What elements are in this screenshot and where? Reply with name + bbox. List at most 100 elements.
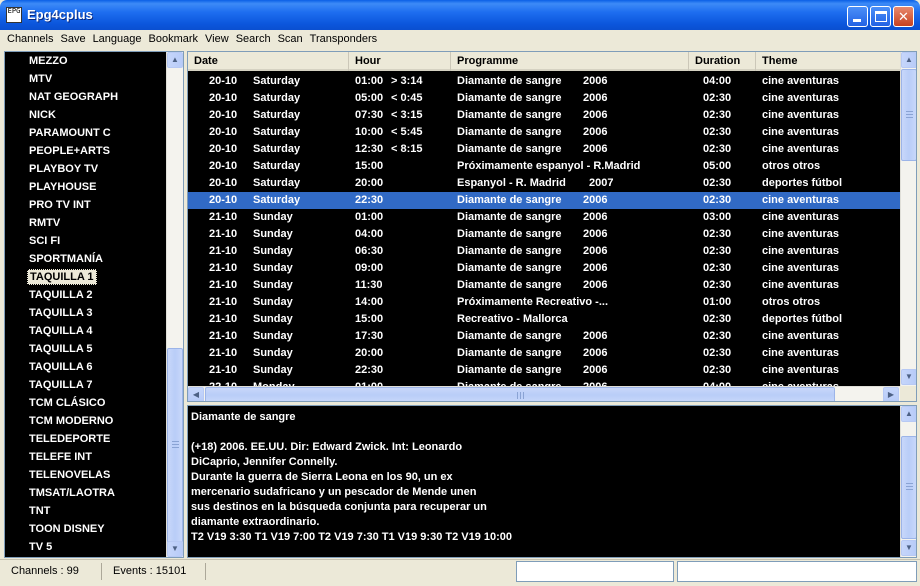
menu-transponders[interactable]: Transponders [307,30,380,49]
cell-relative-time: > 3:14 [391,75,423,87]
column-header-date[interactable]: Date [188,52,349,71]
channel-list-scrollbar[interactable]: ▲ ▼ [166,52,183,557]
scroll-up-button[interactable]: ▲ [167,52,183,68]
title-bar[interactable]: EPG Epg4cplus ✕ [0,0,920,30]
channel-item[interactable]: TAQUILLA 4 [5,322,166,340]
channel-item[interactable]: PLAYBOY TV [5,160,166,178]
table-row[interactable]: 21-10 Sunday 20:00 Diamante de sangre 2006 02… [188,345,900,362]
channel-item[interactable]: TAQUILLA 2 [5,286,166,304]
channel-item[interactable]: TAQUILLA 5 [5,340,166,358]
status-bar: Channels : 99 Events : 15101 [0,559,920,586]
table-row[interactable]: 21-10 Sunday 15:00 Recreativo - Mallorca 02:… [188,311,900,328]
cell-theme: otros otros [762,296,821,308]
channel-item[interactable]: TV 5 [5,538,166,556]
scroll-thumb[interactable] [205,387,835,401]
cell-theme: cine aventuras [762,92,840,104]
table-row[interactable]: 21-10 Sunday 06:30 Diamante de sangre 2006 02… [188,243,900,260]
table-row[interactable]: 20-10 Saturday 10:00 < 5:45 Diamante de sang… [188,124,900,141]
grip-line [172,444,179,445]
scroll-down-button[interactable]: ▼ [901,369,916,385]
cell-programme: Recreativo - Mallorca [457,313,568,325]
grid-horizontal-scrollbar[interactable]: ◀ ▶ [188,386,900,401]
table-row[interactable]: 21-10 Sunday 14:00 Próximamente Recreativo … [188,294,900,311]
table-row-selected[interactable]: 20-10 Saturday 22:30 Diamante de sangre 2006… [188,192,900,209]
cell-year: 2006 [583,279,608,291]
table-row[interactable]: 21-10 Sunday 22:30 Diamante de sangre 2006 02… [188,362,900,379]
scroll-thumb[interactable] [167,348,183,543]
channel-item[interactable]: MTV [5,70,166,88]
minimize-button[interactable] [847,6,868,27]
channel-item[interactable]: TCM CLÁSICO [5,394,166,412]
scroll-right-button[interactable]: ▶ [883,387,899,401]
channel-list[interactable]: MEZZO MTV NAT GEOGRAPH NICK PARAMOUNT C PEOPL… [5,52,166,556]
table-row[interactable]: 21-10 Sunday 04:00 Diamante de sangre 2006 02… [188,226,900,243]
channel-item[interactable]: TOON DISNEY [5,520,166,538]
table-row[interactable]: 21-10 Sunday 11:30 Diamante de sangre 2006 02… [188,277,900,294]
menu-view[interactable]: View [202,30,232,49]
cell-hour: 17:30 [355,330,384,342]
menu-search[interactable]: Search [233,30,274,49]
table-row[interactable]: 20-10 Saturday 12:30 < 8:15 Diamante de sang… [188,141,900,158]
status-events-count: Events : 15101 [106,563,206,580]
status-field-1[interactable] [516,561,674,582]
cell-date: 20-10 [209,177,238,189]
channel-item[interactable]: PLAYHOUSE [5,178,166,196]
channel-item[interactable]: TAQUILLA 3 [5,304,166,322]
menu-channels[interactable]: Channels [4,30,56,49]
maximize-button[interactable] [870,6,891,27]
channel-item[interactable]: PARAMOUNT C [5,124,166,142]
menu-language[interactable]: Language [90,30,145,49]
channel-name: TV 5 [29,541,53,553]
scroll-left-button[interactable]: ◀ [188,387,204,401]
table-row[interactable]: 20-10 Saturday 07:30 < 3:15 Diamante de sang… [188,107,900,124]
scroll-down-button[interactable]: ▼ [901,540,916,556]
table-row[interactable]: 20-10 Saturday 20:00 Espanyol - R. Madrid 20… [188,175,900,192]
channel-item[interactable]: TCM MODERNO [5,412,166,430]
cell-programme: Diamante de sangre [457,245,562,257]
table-row[interactable]: 21-10 Sunday 09:00 Diamante de sangre 2006 02… [188,260,900,277]
table-row[interactable]: 21-10 Sunday 01:00 Diamante de sangre 2006 03… [188,209,900,226]
channel-item[interactable]: NAT GEOGRAPH [5,88,166,106]
scroll-up-button[interactable]: ▲ [901,52,916,68]
table-row[interactable]: 20-10 Saturday 01:00 > 3:14 Diamante de sang… [188,73,900,90]
channel-item[interactable]: TELEFE INT [5,448,166,466]
channel-item[interactable]: SPORTMANÍA [5,250,166,268]
table-row[interactable]: 20-10 Saturday 15:00 Próximamente espanyol … [188,158,900,175]
column-header-theme[interactable]: Theme [756,52,900,71]
scroll-thumb[interactable] [901,69,916,161]
column-header-programme[interactable]: Programme [451,52,689,71]
menu-bookmark[interactable]: Bookmark [146,30,202,49]
column-header-duration[interactable]: Duration [689,52,756,71]
channel-item[interactable]: RMTV [5,214,166,232]
channel-item[interactable]: PRO TV INT [5,196,166,214]
channel-item[interactable]: TAQUILLA 1 [5,268,166,286]
scroll-up-button[interactable]: ▲ [901,406,916,422]
channel-item[interactable]: TNT [5,502,166,520]
table-row[interactable]: 20-10 Saturday 05:00 < 0:45 Diamante de sang… [188,90,900,107]
table-row[interactable]: 22-10 Monday 01:00 Diamante de sangre 2006 04… [188,379,900,386]
description-scrollbar[interactable]: ▲ ▼ [900,406,916,557]
channel-item[interactable]: TMSAT/LAOTRA [5,484,166,502]
menu-scan[interactable]: Scan [275,30,306,49]
channel-item[interactable]: MEZZO [5,52,166,70]
channel-item[interactable]: SCI FI [5,232,166,250]
grid-vertical-scrollbar[interactable]: ▲ ▼ [900,52,916,386]
scroll-thumb[interactable] [901,436,916,539]
channel-item[interactable]: TELEDEPORTE [5,430,166,448]
scroll-down-button[interactable]: ▼ [167,541,183,557]
close-button[interactable]: ✕ [893,6,914,27]
table-row[interactable]: 21-10 Sunday 17:30 Diamante de sangre 2006 02… [188,328,900,345]
channel-item[interactable]: TAQUILLA 6 [5,358,166,376]
cell-hour: 01:00 [355,379,383,386]
channel-item[interactable]: TELENOVELAS [5,466,166,484]
cell-theme: cine aventuras [762,109,840,121]
channel-item[interactable]: NICK [5,106,166,124]
menu-save[interactable]: Save [57,30,88,49]
column-header-hour[interactable]: Hour [349,52,451,71]
cell-hour: 15:00 [355,313,384,325]
status-field-2[interactable] [677,561,917,582]
channel-item[interactable]: TAQUILLA 7 [5,376,166,394]
channel-name: PLAYHOUSE [29,181,97,193]
cell-duration: 02:30 [703,194,732,206]
channel-item[interactable]: PEOPLE+ARTS [5,142,166,160]
